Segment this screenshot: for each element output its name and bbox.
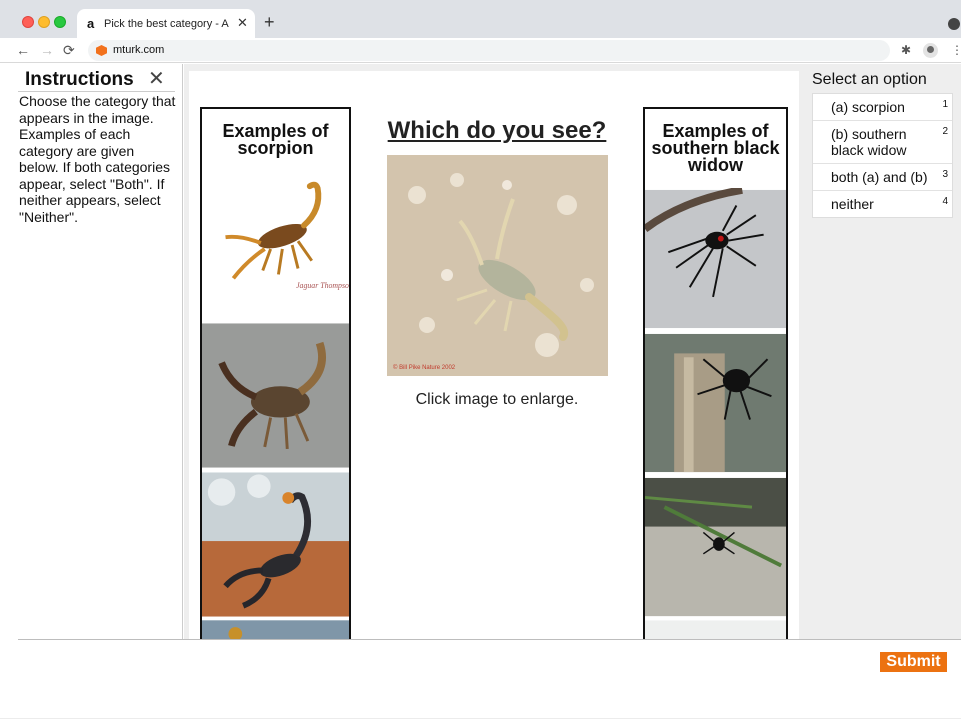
option-shortcut-key: 3 xyxy=(942,169,948,180)
question-heading: Which do you see? xyxy=(387,117,607,144)
option-shortcut-key: 4 xyxy=(942,196,948,207)
task-workarea: Examples of scorpion Jaguar Thompson Whi… xyxy=(184,64,806,639)
new-tab-button[interactable]: + xyxy=(264,13,275,31)
options-title: Select an option xyxy=(812,71,927,88)
chrome-menu-icon[interactable] xyxy=(948,18,960,30)
instructions-panel: Instructions ✕ Choose the category that … xyxy=(0,64,183,639)
tab-close-icon[interactable]: ✕ xyxy=(237,15,248,31)
scorpion-examples-column[interactable]: Examples of scorpion Jaguar Thompson xyxy=(200,107,351,639)
address-bar[interactable]: mturk.com xyxy=(88,40,890,61)
forward-arrow-icon[interactable]: → xyxy=(40,42,54,58)
browser-titlebar: a Pick the best category - Amazon ✕ + xyxy=(0,0,961,38)
svg-text:© Bill Pike Nature 2002: © Bill Pike Nature 2002 xyxy=(393,364,456,371)
site-favicon-icon xyxy=(96,45,107,56)
scorpion-example-image-1: Jaguar Thompson xyxy=(202,172,349,320)
black-widow-example-image-3 xyxy=(645,477,786,617)
footer-divider xyxy=(18,639,961,640)
black-widow-example-image-4 xyxy=(645,620,786,639)
instructions-title: Instructions xyxy=(25,69,134,90)
reload-icon[interactable]: ⟳ xyxy=(63,42,75,58)
option-label: (a) scorpion xyxy=(831,99,905,115)
browser-toolbar: ← → ⟳ mturk.com ✱ ⋮ xyxy=(0,38,961,63)
option-label: neither xyxy=(831,196,874,212)
svg-text:Jaguar Thompson: Jaguar Thompson xyxy=(296,281,349,290)
profile-avatar-icon[interactable] xyxy=(923,43,938,58)
option-southern-black-widow[interactable]: (b) southern black widow 2 xyxy=(813,120,952,163)
maximize-window-button[interactable] xyxy=(54,16,66,28)
black-widow-example-image-1 xyxy=(645,188,786,329)
options-panel: Select an option (a) scorpion 1 (b) sout… xyxy=(806,64,961,639)
option-both[interactable]: both (a) and (b) 3 xyxy=(813,163,952,190)
task-panel: Examples of scorpion Jaguar Thompson Whi… xyxy=(189,71,799,639)
black-widow-examples-title: Examples of southern black widow xyxy=(651,121,780,175)
tab-title: Pick the best category - Amazon xyxy=(104,18,229,30)
option-scorpion[interactable]: (a) scorpion 1 xyxy=(813,94,952,120)
option-neither[interactable]: neither 4 xyxy=(813,190,952,217)
minimize-window-button[interactable] xyxy=(38,16,50,28)
page-content: Instructions ✕ Choose the category that … xyxy=(0,64,961,722)
scorpion-examples-title: Examples of scorpion xyxy=(222,121,329,158)
close-instructions-icon[interactable]: ✕ xyxy=(148,67,165,91)
instructions-body: Choose the category that appears in the … xyxy=(19,93,176,225)
option-shortcut-key: 2 xyxy=(942,126,948,137)
browser-tab[interactable]: a Pick the best category - Amazon ✕ xyxy=(77,9,255,38)
enlarge-hint: Click image to enlarge. xyxy=(415,391,579,408)
black-widow-examples-column[interactable]: Examples of southern black widow xyxy=(643,107,788,639)
options-list: (a) scorpion 1 (b) southern black widow … xyxy=(812,93,953,218)
query-image[interactable]: © Bill Pike Nature 2002 xyxy=(387,155,608,376)
instructions-divider xyxy=(18,91,175,92)
close-window-button[interactable] xyxy=(22,16,34,28)
submit-button[interactable]: Submit xyxy=(880,652,947,672)
url-text: mturk.com xyxy=(113,44,165,56)
scorpion-example-image-4 xyxy=(202,620,349,639)
option-label: both (a) and (b) xyxy=(831,169,928,185)
back-arrow-icon[interactable]: ← xyxy=(16,42,30,58)
page-bottom-divider xyxy=(0,718,961,719)
option-shortcut-key: 1 xyxy=(942,99,948,110)
scorpion-example-image-3 xyxy=(202,472,349,617)
kebab-menu-icon[interactable]: ⋮ xyxy=(951,43,961,57)
black-widow-example-image-2 xyxy=(645,333,786,473)
amazon-favicon-icon: a xyxy=(87,16,95,31)
extensions-puzzle-icon[interactable]: ✱ xyxy=(901,43,911,57)
option-label: (b) southern black widow xyxy=(831,126,907,158)
scorpion-example-image-2 xyxy=(202,323,349,468)
